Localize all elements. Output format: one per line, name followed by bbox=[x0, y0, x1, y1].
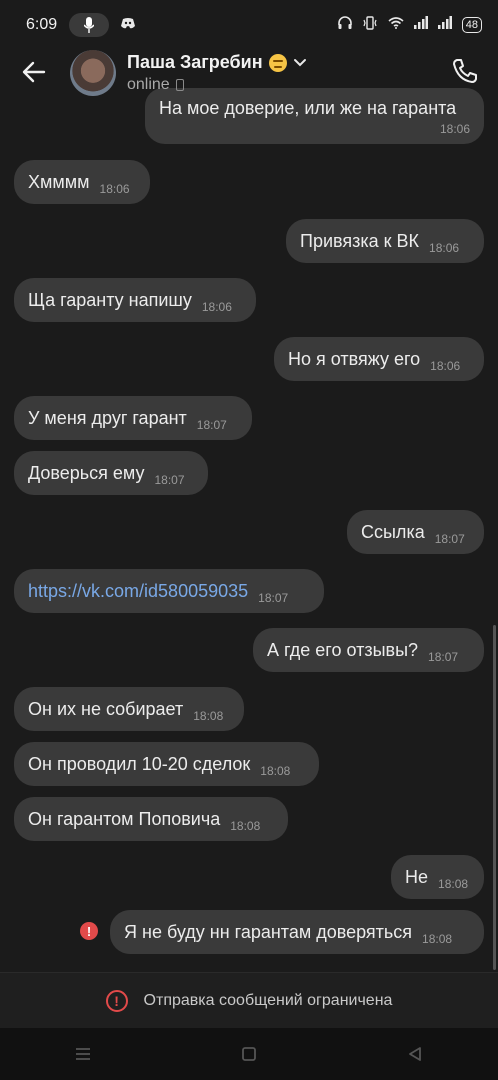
message-bubble-incoming[interactable]: Доверься ему 18:07 bbox=[14, 451, 208, 495]
message-bubble-incoming[interactable]: https://vk.com/id580059035 18:07 bbox=[14, 569, 324, 613]
online-status: online bbox=[127, 76, 170, 93]
message-time: 18:06 bbox=[99, 182, 130, 196]
vibrate-icon bbox=[362, 15, 378, 35]
message-time: 18:07 bbox=[428, 650, 459, 664]
call-button[interactable] bbox=[450, 56, 480, 86]
restricted-notice-bar: ! Отправка сообщений ограничена bbox=[0, 972, 498, 1029]
message-time: 18:06 bbox=[439, 122, 470, 136]
message-text: На мое доверие, или же на гаранта bbox=[159, 98, 457, 118]
mobile-device-icon bbox=[175, 79, 184, 91]
message-text: Я не буду нн гарантам доверяться bbox=[124, 921, 413, 942]
message-bubble-outgoing[interactable]: Привязка к ВК 18:06 bbox=[286, 219, 484, 263]
message-bubble-incoming[interactable]: Хмммм 18:06 bbox=[14, 160, 150, 204]
message-text: Ссылка bbox=[361, 521, 425, 542]
clock: 6:09 bbox=[26, 16, 58, 33]
back-arrow-icon[interactable] bbox=[20, 58, 48, 86]
message-text: Он их не собирает bbox=[28, 698, 184, 719]
message-time: 18:07 bbox=[196, 418, 227, 432]
restricted-notice-text: Отправка сообщений ограничена bbox=[143, 992, 393, 1009]
message-bubble-outgoing[interactable]: Не 18:08 bbox=[391, 855, 484, 899]
recent-apps-button[interactable] bbox=[63, 1034, 103, 1074]
contact-name: Паша Загребин bbox=[127, 52, 263, 72]
message-time: 18:08 bbox=[438, 877, 469, 891]
message-time: 18:08 bbox=[260, 764, 291, 778]
battery-icon: 48 bbox=[461, 17, 482, 33]
message-link[interactable]: https://vk.com/id580059035 bbox=[28, 581, 248, 602]
home-button[interactable] bbox=[229, 1034, 269, 1074]
wifi-icon bbox=[388, 16, 404, 34]
message-text: Хмммм bbox=[28, 171, 90, 192]
discord-icon bbox=[121, 16, 136, 34]
message-bubble-incoming[interactable]: Ща гаранту напишу 18:06 bbox=[14, 278, 256, 322]
headphones-icon bbox=[337, 15, 352, 35]
avatar[interactable] bbox=[70, 50, 116, 96]
signal-icon bbox=[413, 16, 428, 34]
message-bubble-incoming[interactable]: У меня друг гарант 18:07 bbox=[14, 396, 252, 440]
chat-header: Паша Загребин online bbox=[0, 50, 498, 98]
message-bubble-incoming[interactable]: Он гарантом Поповича 18:08 bbox=[14, 797, 288, 841]
chat-scrollbar[interactable] bbox=[493, 625, 496, 970]
message-text: Доверься ему bbox=[28, 462, 145, 483]
message-text: Ща гаранту напишу bbox=[28, 289, 192, 310]
chevron-down-icon[interactable] bbox=[293, 52, 307, 73]
chat-area: На мое доверие, или же на гаранта 18:06 … bbox=[0, 0, 498, 1080]
message-bubble-outgoing-failed[interactable]: Я не буду нн гарантам доверяться 18:08 bbox=[110, 910, 484, 954]
message-text: Он гарантом Поповича bbox=[28, 808, 221, 829]
presence-status: online bbox=[127, 76, 184, 94]
message-time: 18:07 bbox=[154, 473, 185, 487]
message-time: 18:06 bbox=[201, 300, 232, 314]
emoji-icon bbox=[268, 53, 287, 72]
system-nav-bar bbox=[0, 1028, 498, 1080]
message-text: Привязка к ВК bbox=[300, 230, 420, 251]
status-bar: 6:09 48 bbox=[0, 0, 498, 50]
message-time: 18:06 bbox=[429, 241, 460, 255]
message-bubble-outgoing[interactable]: А где его отзывы? 18:07 bbox=[253, 628, 484, 672]
message-time: 18:08 bbox=[193, 709, 224, 723]
contact-name-row[interactable]: Паша Загребин bbox=[127, 52, 307, 73]
message-bubble-outgoing[interactable]: Но я отвяжу его 18:06 bbox=[274, 337, 484, 381]
message-time: 18:06 bbox=[430, 359, 461, 373]
send-failed-icon[interactable]: ! bbox=[80, 922, 98, 940]
message-time: 18:07 bbox=[258, 591, 289, 605]
message-bubble-incoming[interactable]: Он их не собирает 18:08 bbox=[14, 687, 244, 731]
back-button[interactable] bbox=[395, 1034, 435, 1074]
message-time: 18:08 bbox=[230, 819, 261, 833]
message-text: Он проводил 10-20 сделок bbox=[28, 753, 251, 774]
message-time: 18:08 bbox=[422, 932, 453, 946]
message-bubble-incoming[interactable]: Он проводил 10-20 сделок 18:08 bbox=[14, 742, 319, 786]
message-text: Но я отвяжу его bbox=[288, 348, 421, 369]
warning-icon: ! bbox=[105, 990, 128, 1012]
signal-icon-2 bbox=[437, 16, 452, 34]
message-text: У меня друг гарант bbox=[28, 407, 187, 428]
message-text: Не bbox=[405, 866, 429, 887]
message-time: 18:07 bbox=[434, 532, 465, 546]
message-bubble-outgoing[interactable]: Ссылка 18:07 bbox=[347, 510, 484, 554]
microphone-indicator-icon bbox=[69, 13, 110, 37]
message-text: А где его отзывы? bbox=[267, 639, 419, 660]
